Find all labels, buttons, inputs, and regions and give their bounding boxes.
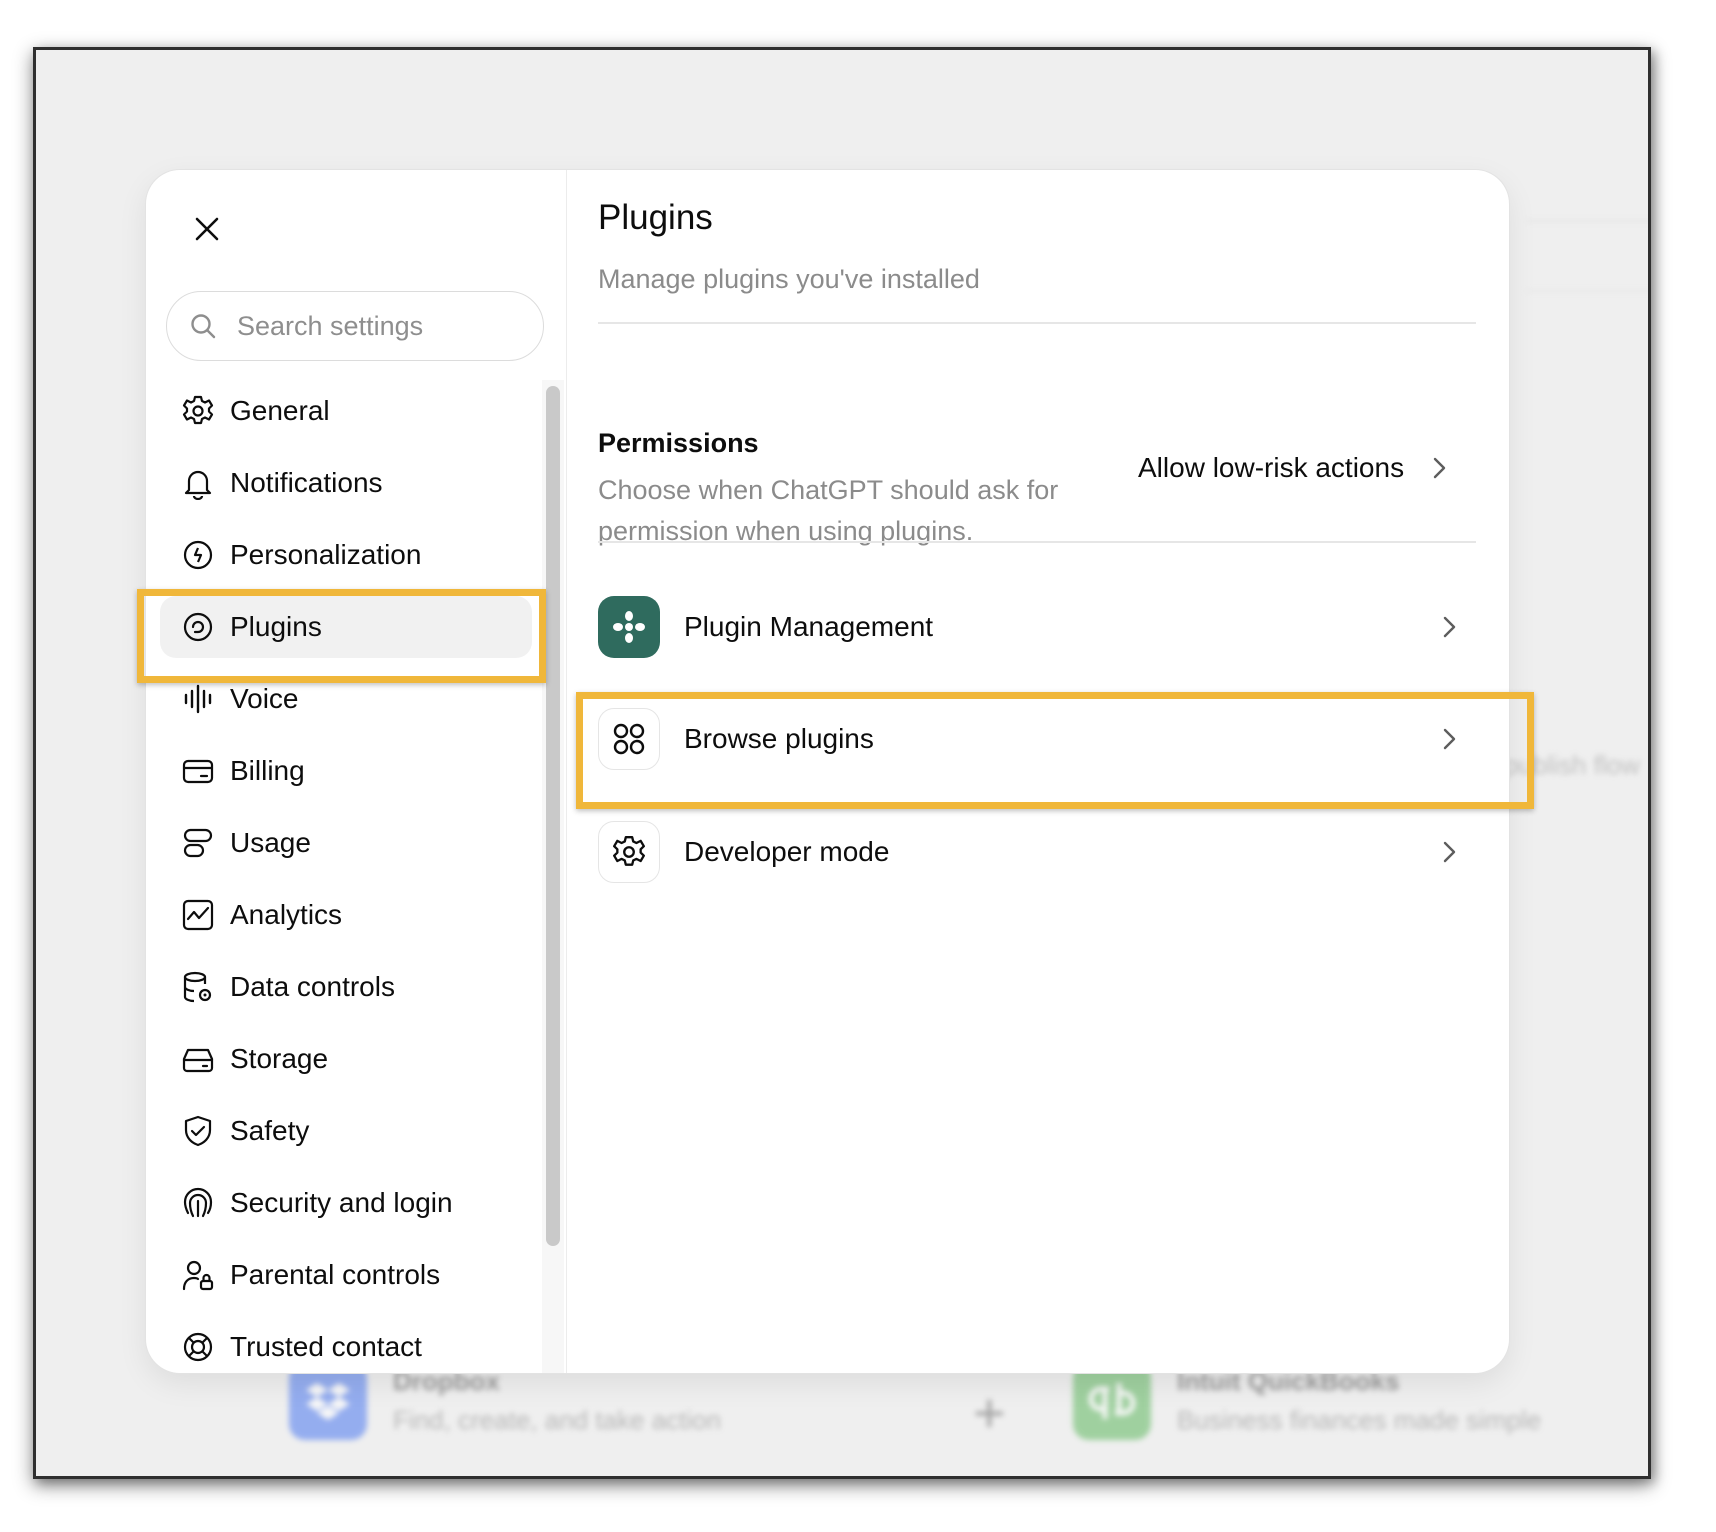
sidebar-item-label: Storage xyxy=(230,1043,329,1074)
fingerprint-icon xyxy=(180,1185,216,1221)
storage-drive-icon xyxy=(180,1041,216,1077)
sidebar-item-analytics[interactable]: Analytics xyxy=(160,884,532,946)
gear-icon xyxy=(180,393,216,429)
grid-circles-icon xyxy=(598,708,660,770)
background-app-description: Business finances made simple xyxy=(1177,1405,1542,1435)
sidebar-item-general[interactable]: General xyxy=(160,380,532,442)
bell-icon xyxy=(180,465,216,501)
sidebar-item-label: General xyxy=(230,395,330,426)
page-subtitle: Manage plugins you've installed xyxy=(598,264,980,294)
screenshot-frame: publish flow Dropbox Find, create, and t… xyxy=(33,47,1651,1479)
divider xyxy=(598,541,1476,543)
credit-card-icon xyxy=(180,753,216,789)
sidebar-item-label: Safety xyxy=(230,1115,310,1146)
sidebar-item-label: Plugins xyxy=(230,611,322,642)
sidebar-item-data-controls[interactable]: Data controls xyxy=(160,956,532,1018)
plugins-icon xyxy=(180,609,216,645)
permissions-dropdown[interactable]: Allow low-risk actions xyxy=(1138,452,1452,484)
gear-icon xyxy=(598,821,660,883)
personalization-icon xyxy=(180,537,216,573)
sidebar-item-personalization[interactable]: Personalization xyxy=(160,524,532,586)
divider xyxy=(598,322,1476,324)
sidebar-item-billing[interactable]: Billing xyxy=(160,740,532,802)
background-divider xyxy=(1526,220,1648,222)
plugin-management-row[interactable]: Plugin Management xyxy=(598,590,1476,664)
page-title: Plugins xyxy=(598,198,713,237)
sidebar-scrollbar-thumb[interactable] xyxy=(546,386,560,1246)
sidebar-item-label: Personalization xyxy=(230,539,422,570)
sidebar-item-usage[interactable]: Usage xyxy=(160,812,532,874)
permissions-title: Permissions xyxy=(598,428,759,458)
sidebar-item-trusted-contact[interactable]: Trusted contact xyxy=(160,1316,532,1373)
sidebar-item-voice[interactable]: Voice xyxy=(160,668,532,730)
sidebar-item-label: Voice xyxy=(230,683,299,714)
sidebar-item-safety[interactable]: Safety xyxy=(160,1100,532,1162)
background-publish-text: publish flow xyxy=(1504,750,1640,780)
developer-mode-row[interactable]: Developer mode xyxy=(598,815,1476,889)
permissions-value: Allow low-risk actions xyxy=(1138,452,1405,483)
sidebar-item-label: Billing xyxy=(230,755,305,786)
close-button[interactable] xyxy=(186,208,228,250)
parental-lock-icon xyxy=(180,1257,216,1293)
row-label: Developer mode xyxy=(684,836,890,867)
sidebar-item-parental-controls[interactable]: Parental controls xyxy=(160,1244,532,1306)
plugin-management-icon xyxy=(598,596,660,658)
row-label: Browse plugins xyxy=(684,723,874,754)
sidebar-item-label: Trusted contact xyxy=(230,1331,422,1362)
browse-plugins-row[interactable]: Browse plugins xyxy=(598,702,1476,776)
sidebar-item-label: Notifications xyxy=(230,467,383,498)
lifebuoy-icon xyxy=(180,1329,216,1365)
sidebar-item-label: Usage xyxy=(230,827,311,858)
sidebar-item-plugins[interactable]: Plugins xyxy=(160,596,532,658)
sidebar-item-label: Security and login xyxy=(230,1187,453,1218)
settings-nav: General Notifications Personalization Pl… xyxy=(160,380,532,1373)
sidebar-item-storage[interactable]: Storage xyxy=(160,1028,532,1090)
search-input[interactable] xyxy=(235,309,499,343)
chevron-right-icon xyxy=(1443,728,1456,750)
chevron-right-icon xyxy=(1433,457,1446,479)
voice-waveform-icon xyxy=(180,681,216,717)
dropbox-icon xyxy=(289,1362,367,1440)
settings-modal: General Notifications Personalization xyxy=(146,170,1509,1373)
background-app-card-quickbooks: Intuit QuickBooks Business finances made… xyxy=(1073,1362,1541,1440)
sidebar-item-label: Analytics xyxy=(230,899,343,930)
search-icon xyxy=(191,314,216,339)
background-divider xyxy=(1526,290,1648,292)
usage-icon xyxy=(180,825,216,861)
background-plus-icon: + xyxy=(973,1381,1006,1444)
chevron-right-icon xyxy=(1443,841,1456,863)
close-icon xyxy=(195,217,219,241)
permissions-description: Choose when ChatGPT should ask for permi… xyxy=(598,475,1059,546)
background-app-card-dropbox: Dropbox Find, create, and take action xyxy=(289,1362,721,1440)
settings-sidebar: General Notifications Personalization xyxy=(146,170,566,1373)
sidebar-item-security-and-login[interactable]: Security and login xyxy=(160,1172,532,1234)
plugins-settings-panel: Plugins Manage plugins you've installed … xyxy=(598,170,1509,1373)
shield-check-icon xyxy=(180,1113,216,1149)
chevron-right-icon xyxy=(1443,616,1456,638)
analytics-chart-icon xyxy=(180,897,216,933)
row-label: Plugin Management xyxy=(684,611,934,642)
quickbooks-icon xyxy=(1073,1362,1151,1440)
sidebar-item-notifications[interactable]: Notifications xyxy=(160,452,532,514)
background-app-description: Find, create, and take action xyxy=(393,1405,722,1435)
sidebar-item-label: Parental controls xyxy=(230,1259,441,1290)
sidebar-divider xyxy=(566,170,567,1373)
sidebar-item-label: Data controls xyxy=(230,971,395,1002)
database-gear-icon xyxy=(180,969,216,1005)
search-box[interactable] xyxy=(166,291,544,361)
